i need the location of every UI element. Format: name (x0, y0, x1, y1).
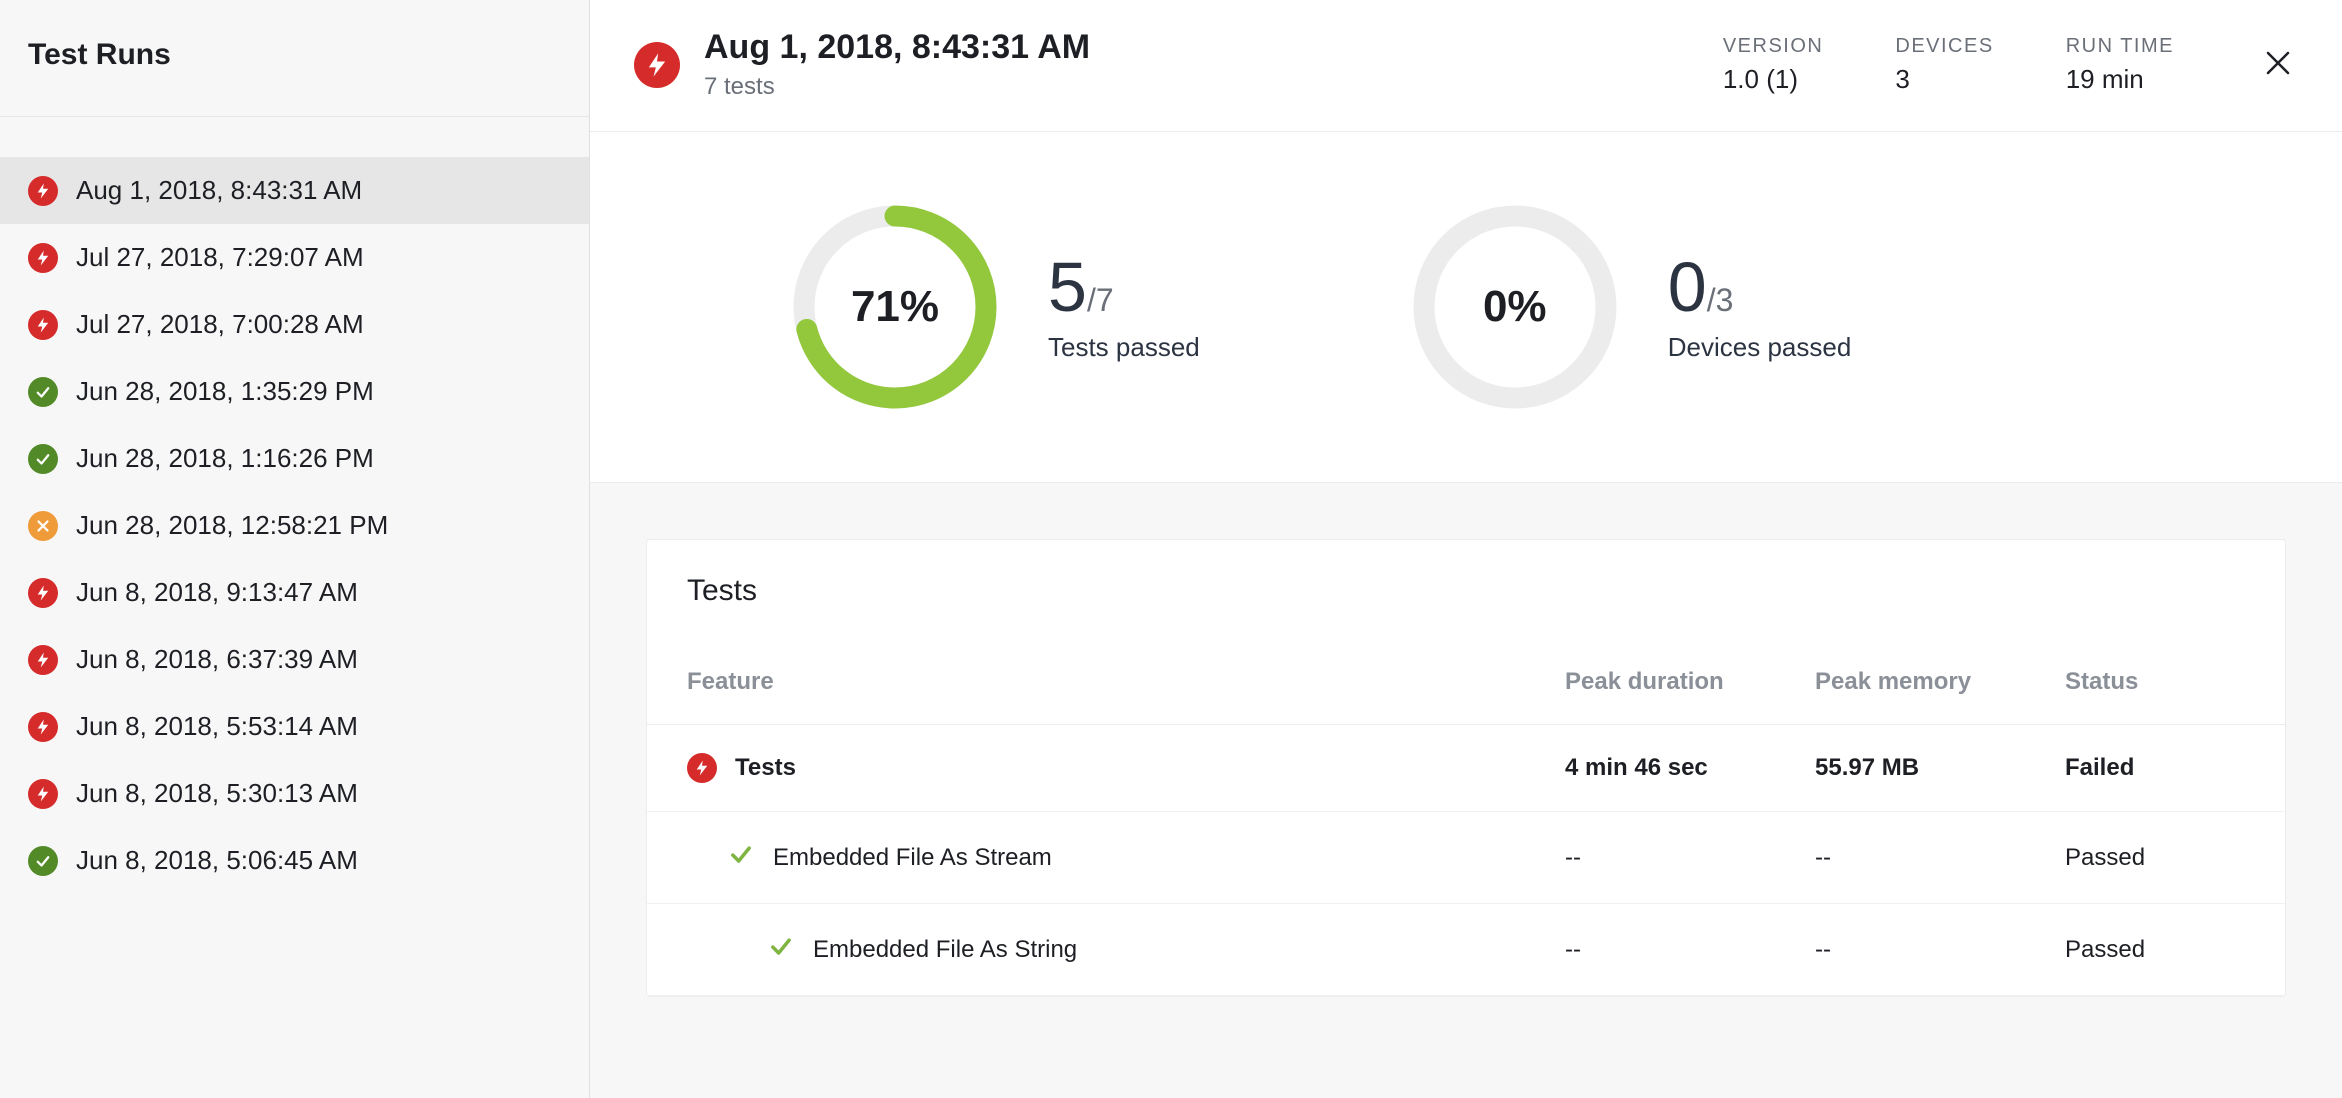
feature-name: Embedded File As String (813, 936, 1077, 964)
check-icon (767, 932, 795, 967)
sidebar-run-label: Jun 8, 2018, 5:06:45 AM (76, 845, 358, 876)
content-area: Tests Feature Peak duration Peak memory … (590, 483, 2342, 1098)
sidebar-run-item[interactable]: Jun 8, 2018, 9:13:47 AM (0, 559, 589, 626)
tests-table-body: Tests 4 min 46 sec55.97 MBFailed Embedded … (647, 725, 2285, 996)
run-subtitle: 7 tests (704, 73, 1090, 101)
summary-panel: 71% 5/7 Tests passed 0% 0/3 (590, 132, 2342, 483)
feature-name: Embedded File As Stream (773, 844, 1052, 872)
lightning-icon (28, 712, 58, 742)
peak-duration-cell: -- (1565, 936, 1815, 964)
meta-runtime: RUN TIME 19 min (2066, 35, 2174, 95)
close-button[interactable] (2258, 43, 2298, 83)
sidebar-run-label: Jun 8, 2018, 5:30:13 AM (76, 778, 358, 809)
sidebar-run-label: Jun 8, 2018, 6:37:39 AM (76, 644, 358, 675)
devices-passed-summary: 0% 0/3 Devices passed (1410, 202, 1852, 412)
meta-runtime-label: RUN TIME (2066, 35, 2174, 58)
sidebar-run-label: Jul 27, 2018, 7:29:07 AM (76, 242, 364, 273)
run-meta: VERSION 1.0 (1) DEVICES 3 RUN TIME 19 mi… (1723, 35, 2298, 95)
tests-passed-numerator: 5 (1048, 248, 1087, 326)
tests-passed-summary: 71% 5/7 Tests passed (790, 202, 1200, 412)
peak-memory-cell: -- (1815, 844, 2065, 872)
col-status: Status (2065, 668, 2245, 696)
sidebar-run-label: Jun 28, 2018, 1:16:26 PM (76, 443, 374, 474)
table-row[interactable]: Tests 4 min 46 sec55.97 MBFailed (647, 725, 2285, 812)
meta-devices-value: 3 (1895, 64, 1993, 95)
devices-passed-denominator: /3 (1707, 282, 1734, 318)
sidebar-run-item[interactable]: Jun 8, 2018, 5:53:14 AM (0, 693, 589, 760)
sidebar-run-item[interactable]: Jul 27, 2018, 7:29:07 AM (0, 224, 589, 291)
table-row[interactable]: Embedded File As String----Passed (647, 904, 2285, 996)
lightning-icon (687, 753, 717, 783)
lightning-icon (28, 779, 58, 809)
col-feature: Feature (687, 668, 1565, 696)
lightning-icon (634, 42, 680, 88)
devices-passed-percent: 0% (1410, 202, 1620, 412)
sidebar-run-item[interactable]: Jun 28, 2018, 1:35:29 PM (0, 358, 589, 425)
sidebar-run-item[interactable]: Aug 1, 2018, 8:43:31 AM (0, 157, 589, 224)
check-icon (28, 444, 58, 474)
status-cell: Failed (2065, 754, 2245, 782)
feature-cell: Embedded File As Stream (687, 840, 1565, 875)
tests-passed-text: 5/7 Tests passed (1048, 252, 1200, 363)
feature-name: Tests (735, 754, 796, 782)
meta-devices: DEVICES 3 (1895, 35, 1993, 95)
col-peak-duration: Peak duration (1565, 668, 1815, 696)
lightning-icon (28, 310, 58, 340)
meta-version-label: VERSION (1723, 35, 1824, 58)
topbar: Aug 1, 2018, 8:43:31 AM 7 tests VERSION … (590, 0, 2342, 132)
run-list: Aug 1, 2018, 8:43:31 AM Jul 27, 2018, 7:2… (0, 117, 589, 894)
sidebar-run-item[interactable]: Jun 8, 2018, 5:06:45 AM (0, 827, 589, 894)
devices-passed-donut: 0% (1410, 202, 1620, 412)
feature-cell: Embedded File As String (687, 932, 1565, 967)
check-icon (28, 377, 58, 407)
devices-passed-text: 0/3 Devices passed (1668, 252, 1852, 363)
close-icon (2263, 48, 2293, 78)
status-cell: Passed (2065, 936, 2245, 964)
devices-passed-numerator: 0 (1668, 248, 1707, 326)
sidebar-run-label: Aug 1, 2018, 8:43:31 AM (76, 175, 362, 206)
sidebar-run-label: Jul 27, 2018, 7:00:28 AM (76, 309, 364, 340)
sidebar-run-item[interactable]: Jun 28, 2018, 12:58:21 PM (0, 492, 589, 559)
sidebar-run-item[interactable]: Jun 8, 2018, 6:37:39 AM (0, 626, 589, 693)
tests-passed-denominator: /7 (1087, 282, 1114, 318)
peak-memory-cell: -- (1815, 936, 2065, 964)
peak-duration-cell: 4 min 46 sec (1565, 754, 1815, 782)
main-panel: Aug 1, 2018, 8:43:31 AM 7 tests VERSION … (590, 0, 2342, 1098)
sidebar-run-label: Jun 8, 2018, 9:13:47 AM (76, 577, 358, 608)
tests-passed-percent: 71% (790, 202, 1000, 412)
devices-passed-label: Devices passed (1668, 332, 1852, 363)
sidebar-run-item[interactable]: Jun 8, 2018, 5:30:13 AM (0, 760, 589, 827)
meta-devices-label: DEVICES (1895, 35, 1993, 58)
meta-version: VERSION 1.0 (1) (1723, 35, 1824, 95)
meta-version-value: 1.0 (1) (1723, 64, 1824, 95)
run-title-block: Aug 1, 2018, 8:43:31 AM 7 tests (704, 28, 1090, 101)
sidebar-run-item[interactable]: Jun 28, 2018, 1:16:26 PM (0, 425, 589, 492)
tests-passed-donut: 71% (790, 202, 1000, 412)
status-cell: Passed (2065, 844, 2245, 872)
run-title: Aug 1, 2018, 8:43:31 AM (704, 28, 1090, 67)
table-row[interactable]: Embedded File As Stream----Passed (647, 812, 2285, 904)
peak-duration-cell: -- (1565, 844, 1815, 872)
tests-card-title: Tests (647, 540, 2285, 628)
sidebar-run-item[interactable]: Jul 27, 2018, 7:00:28 AM (0, 291, 589, 358)
tests-passed-label: Tests passed (1048, 332, 1200, 363)
sidebar-run-label: Jun 28, 2018, 1:35:29 PM (76, 376, 374, 407)
sidebar-run-label: Jun 28, 2018, 12:58:21 PM (76, 510, 388, 541)
lightning-icon (28, 578, 58, 608)
sidebar-run-label: Jun 8, 2018, 5:53:14 AM (76, 711, 358, 742)
feature-cell: Tests (687, 753, 1565, 783)
tests-card: Tests Feature Peak duration Peak memory … (646, 539, 2286, 997)
peak-memory-cell: 55.97 MB (1815, 754, 2065, 782)
check-icon (727, 840, 755, 875)
meta-runtime-value: 19 min (2066, 64, 2174, 95)
sidebar: Test Runs Aug 1, 2018, 8:43:31 AM Jul 27,… (0, 0, 590, 1098)
lightning-icon (28, 243, 58, 273)
lightning-icon (28, 176, 58, 206)
lightning-icon (28, 645, 58, 675)
x-icon (28, 511, 58, 541)
check-icon (28, 846, 58, 876)
col-peak-memory: Peak memory (1815, 668, 2065, 696)
tests-table-header: Feature Peak duration Peak memory Status (647, 628, 2285, 725)
sidebar-title: Test Runs (0, 0, 589, 117)
